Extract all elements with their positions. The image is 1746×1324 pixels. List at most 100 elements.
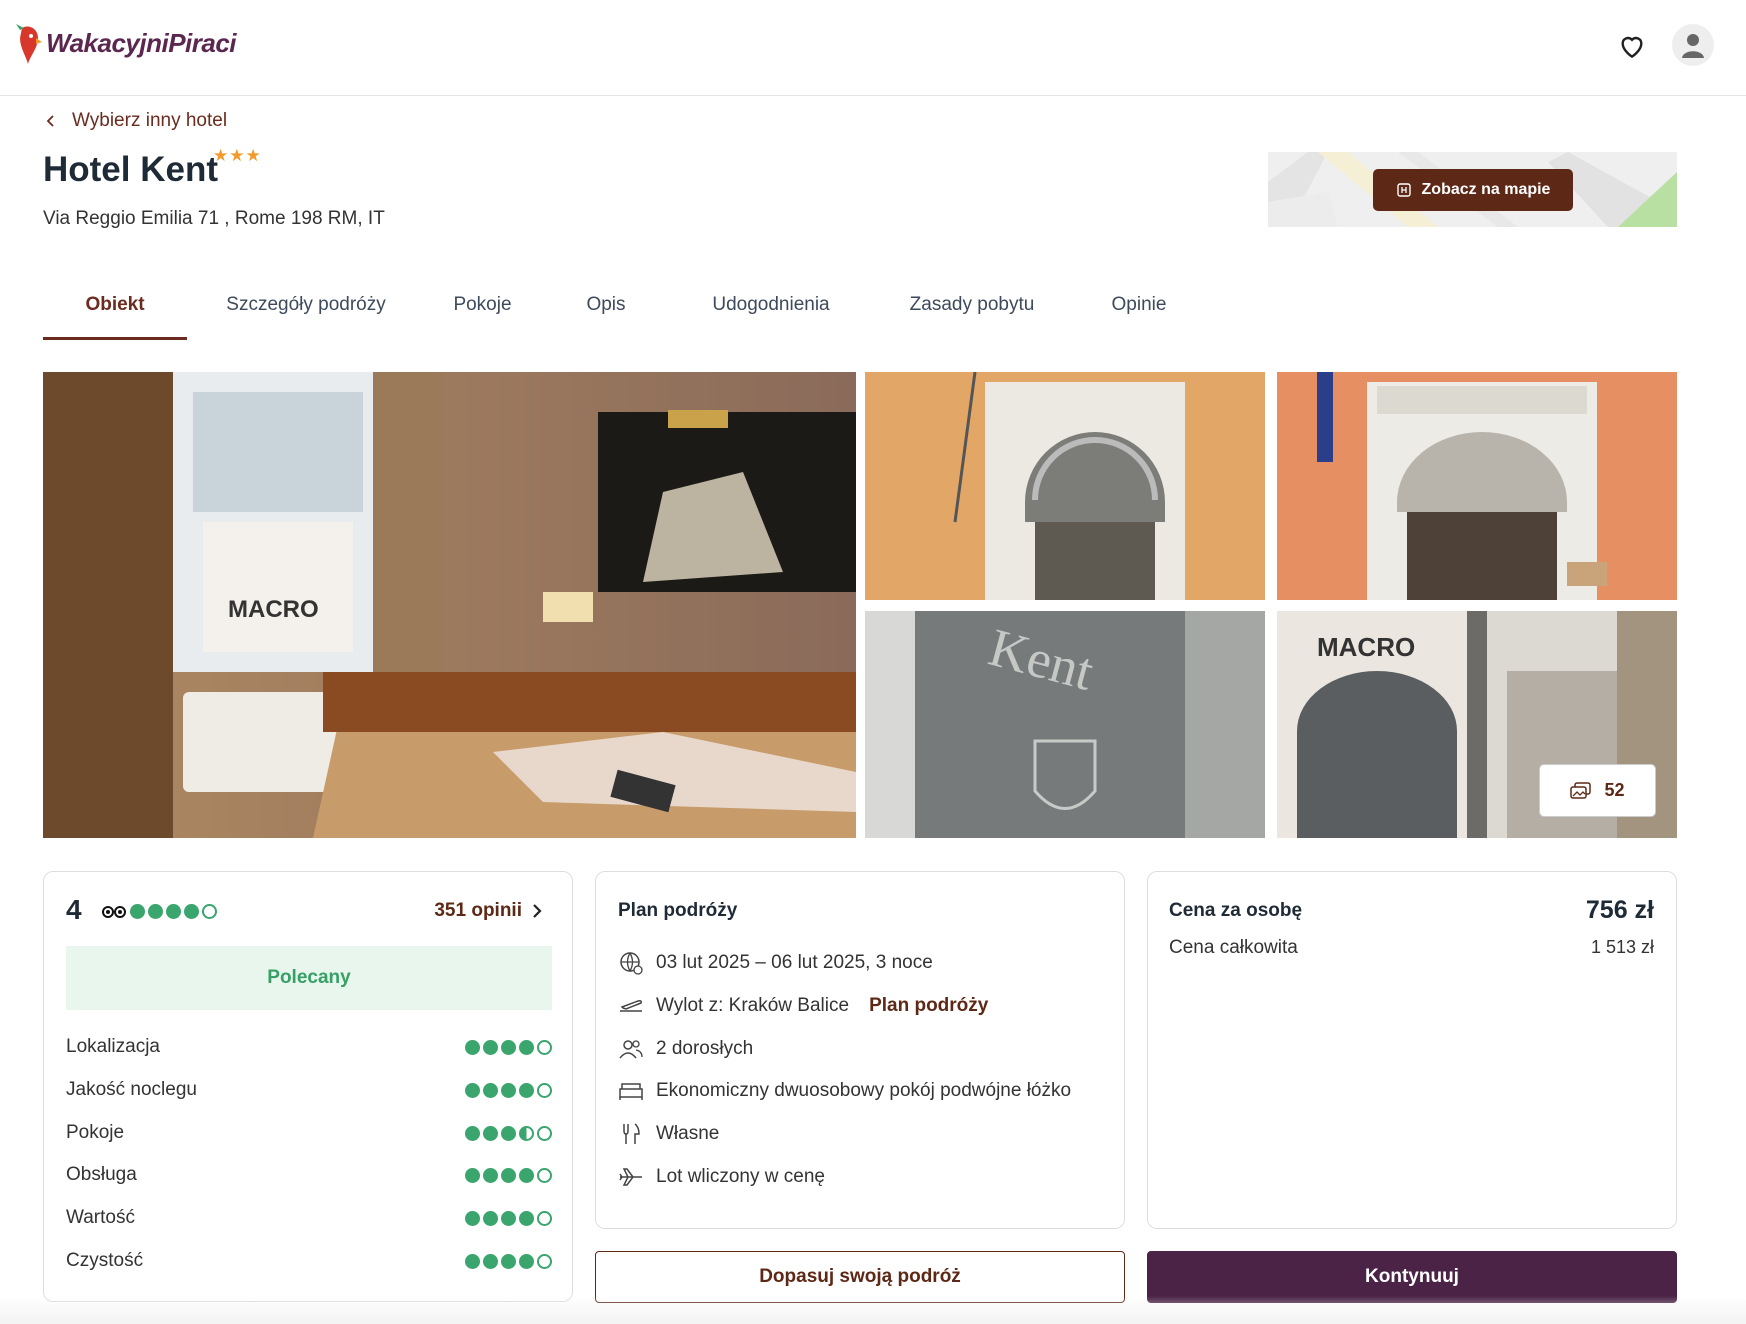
parrot-logo-icon	[14, 20, 44, 66]
plan-room: Ekonomiczny dwuosobowy pokój podwójne łó…	[618, 1078, 1071, 1104]
hotel-photo-entrance-1[interactable]	[865, 372, 1265, 600]
rating-category-row: Obsługa	[66, 1164, 552, 1186]
category-dots	[465, 1125, 552, 1141]
plan-departure-text: Wylot z: Kraków Balice	[656, 995, 850, 1016]
tab-trip-details[interactable]: Szczegóły podróży	[187, 274, 425, 340]
price-per-person-label: Cena za osobę	[1169, 900, 1303, 921]
rating-dot	[501, 1125, 516, 1141]
rating-dot	[501, 1167, 516, 1183]
rating-dot	[537, 1210, 552, 1226]
rating-category-row: Lokalizacja	[66, 1036, 552, 1058]
rating-dot	[465, 1253, 480, 1269]
bottom-fade	[0, 1296, 1746, 1324]
hotel-photo-glass-door[interactable]: Kent	[865, 611, 1265, 838]
rating-dot	[483, 1210, 498, 1226]
rating-dot	[465, 1167, 480, 1183]
svg-text:MACRO: MACRO	[1317, 632, 1415, 662]
section-tabs: Obiekt Szczegóły podróży Pokoje Opis Udo…	[43, 274, 1204, 340]
show-on-map-button[interactable]: Zobacz na mapie	[1373, 169, 1573, 211]
rating-dots	[130, 904, 217, 919]
rating-dot	[537, 1082, 552, 1098]
photo-count-button[interactable]: 52	[1539, 764, 1656, 817]
plane-departure-icon	[620, 1000, 642, 1012]
plan-flight-text: Lot wliczony w cenę	[656, 1166, 825, 1187]
hotel-photo-main[interactable]: MACRO	[43, 372, 856, 838]
rating-dot	[483, 1167, 498, 1183]
rating-dot	[184, 904, 199, 919]
category-dots	[465, 1082, 552, 1098]
plan-flight: Lot wliczony w cenę	[618, 1164, 825, 1190]
rating-dot	[519, 1082, 534, 1098]
rating-dot	[519, 1210, 534, 1226]
plan-details-link[interactable]: Plan podróży	[869, 995, 988, 1017]
category-label: Pokoje	[66, 1122, 125, 1143]
chevron-right-icon	[533, 904, 542, 918]
plan-board-text: Własne	[656, 1123, 720, 1144]
logo[interactable]: WakacyjniPiraci	[14, 20, 237, 66]
heart-icon[interactable]	[1616, 30, 1648, 62]
rating-dot	[519, 1125, 534, 1141]
opinions-link[interactable]: 351 opinii	[434, 900, 542, 922]
tab-rules[interactable]: Zasady pobytu	[870, 274, 1074, 340]
rating-dot	[483, 1039, 498, 1055]
category-label: Wartość	[66, 1207, 135, 1228]
trip-plan-card: Plan podróży 03 lut 2025 – 06 lut 2025, …	[595, 871, 1125, 1229]
rating-dot	[483, 1125, 498, 1141]
rating-dot	[202, 904, 217, 919]
hotel-photo-entrance-2[interactable]	[1277, 372, 1677, 600]
tripadvisor-owl-icon	[102, 905, 126, 918]
category-label: Czystość	[66, 1250, 144, 1271]
rating-dot	[166, 904, 181, 919]
rating-dot	[465, 1125, 480, 1141]
category-dots	[465, 1210, 552, 1226]
rating-dot	[537, 1125, 552, 1141]
tab-obiekt[interactable]: Obiekt	[43, 274, 187, 340]
tripadvisor-rating	[102, 904, 217, 919]
rating-dot	[519, 1167, 534, 1183]
rating-score: 4	[66, 894, 82, 925]
rating-category-row: Czystość	[66, 1250, 552, 1272]
plan-dates: 03 lut 2025 – 06 lut 2025, 3 noce	[618, 950, 933, 976]
total-price-label: Cena całkowita	[1169, 937, 1298, 958]
rating-dot	[501, 1253, 516, 1269]
rating-dot	[483, 1253, 498, 1269]
plan-guests-text: 2 dorosłych	[656, 1038, 754, 1059]
plan-board: Własne	[618, 1121, 719, 1147]
opinions-count: 351 opinii	[434, 900, 522, 921]
rating-category-row: Jakość noclegu	[66, 1079, 552, 1101]
tab-description[interactable]: Opis	[540, 274, 672, 340]
svg-text:MACRO: MACRO	[228, 596, 319, 623]
rating-dot	[465, 1082, 480, 1098]
category-label: Obsługa	[66, 1164, 137, 1185]
rating-dot	[519, 1039, 534, 1055]
rating-dot	[130, 904, 145, 919]
category-label: Lokalizacja	[66, 1036, 160, 1057]
tab-rooms[interactable]: Pokoje	[425, 274, 540, 340]
rating-dot	[148, 904, 163, 919]
bed-icon	[619, 1083, 643, 1100]
recommended-badge: Polecany	[66, 946, 552, 1010]
rating-dot	[537, 1253, 552, 1269]
hotel-address: Via Reggio Emilia 71 , Rome 198 RM, IT	[43, 208, 385, 229]
rating-dot	[537, 1167, 552, 1183]
plan-guests: 2 dorosłych	[618, 1036, 753, 1062]
plan-room-text: Ekonomiczny dwuosobowy pokój podwójne łó…	[656, 1080, 1072, 1101]
rating-dot	[501, 1082, 516, 1098]
hotel-stars: ★★★	[213, 146, 262, 165]
plane-icon	[619, 1168, 643, 1186]
rating-card: 4 351 opinii Polecany Lokalizacja Jakość…	[43, 871, 573, 1302]
rating-category-row: Pokoje	[66, 1122, 552, 1144]
plan-departure: Wylot z: Kraków Balice Plan podróży	[618, 993, 988, 1019]
rating-dot	[537, 1039, 552, 1055]
map-hotel-icon	[1396, 183, 1411, 197]
rating-dot	[519, 1253, 534, 1269]
tab-reviews[interactable]: Opinie	[1074, 274, 1204, 340]
chevron-left-icon	[46, 115, 54, 127]
rating-dot	[501, 1210, 516, 1226]
cutlery-icon	[623, 1123, 640, 1144]
rating-dot	[483, 1082, 498, 1098]
tab-amenities[interactable]: Udogodnienia	[672, 274, 870, 340]
category-dots	[465, 1253, 552, 1269]
user-icon[interactable]	[1672, 24, 1714, 66]
back-to-hotels-link[interactable]: Wybierz inny hotel	[44, 110, 227, 132]
